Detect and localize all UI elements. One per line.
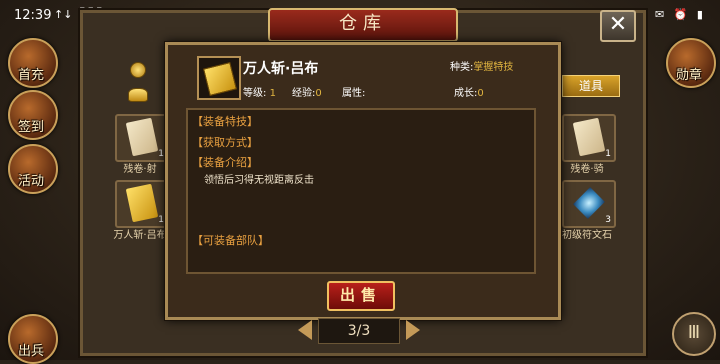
section-obtain: 【获取方式】 <box>192 136 258 149</box>
slot-count: 1 <box>158 149 164 159</box>
close-button[interactable]: ✕ <box>600 10 636 42</box>
item-level: 等级: 1 <box>243 84 276 99</box>
item-level-label: 等级: <box>243 88 267 99</box>
scroll-icon <box>125 117 159 157</box>
intro-text: 领悟后习得无视距离反击 <box>204 175 314 186</box>
item-type: 种类:掌握特技 <box>450 58 513 73</box>
sell-button[interactable]: 出售 <box>327 281 395 311</box>
item-growth: 成长:0 <box>454 84 484 99</box>
medal-label: 勋章 <box>675 68 702 83</box>
item-name: 万人斩·吕布 <box>243 61 319 77</box>
scroll-icon <box>572 117 606 157</box>
item-growth-label: 成长: <box>454 88 478 99</box>
event-label: 活动 <box>17 174 44 189</box>
item-icon <box>197 56 241 100</box>
item-exp-value: 0 <box>315 88 322 99</box>
tab-items[interactable]: 道具 <box>562 75 620 97</box>
slot-count: 1 <box>158 215 164 225</box>
inventory-slot[interactable]: 1 <box>115 114 169 162</box>
rune-stone-icon <box>573 187 605 219</box>
skill-book-icon <box>125 183 159 223</box>
slot-count: 1 <box>605 149 611 159</box>
item-level-value: 1 <box>269 88 276 99</box>
item-attr-label: 属性: <box>342 88 366 99</box>
copper-coin-icon <box>130 62 146 78</box>
status-time: 12:39 <box>14 8 52 23</box>
next-page-arrow-icon[interactable] <box>406 320 420 340</box>
window-title-bar: 仓库 <box>268 8 458 42</box>
menu-button[interactable]: Ⅲ <box>672 312 716 356</box>
item-exp-label: 经验: <box>292 88 316 99</box>
page-indicator: 3/3 <box>318 318 400 344</box>
window-title: 仓库 <box>339 13 387 34</box>
item-description-box <box>186 108 536 274</box>
checkin-label: 签到 <box>17 120 44 135</box>
skill-book-icon <box>203 62 237 96</box>
gold-ingot-icon <box>128 88 148 102</box>
prev-page-arrow-icon[interactable] <box>298 320 312 340</box>
inventory-slot[interactable]: 3 <box>562 180 616 228</box>
inventory-slot[interactable]: 1 <box>562 114 616 162</box>
section-intro: 【装备介绍】 <box>192 156 258 169</box>
slot-count: 3 <box>605 215 611 225</box>
section-units: 【可装备部队】 <box>192 234 269 247</box>
inventory-slot[interactable]: 1 <box>115 180 169 228</box>
section-equip-skill: 【装备特技】 <box>192 115 258 128</box>
dispatch-label: 出兵 <box>17 344 44 359</box>
item-exp: 经验:0 <box>292 84 322 99</box>
item-growth-value: 0 <box>477 88 484 99</box>
item-type-label: 种类: <box>450 62 474 73</box>
first-recharge-label: 首充 <box>17 68 44 83</box>
item-type-value: 掌握特技 <box>473 62 514 73</box>
